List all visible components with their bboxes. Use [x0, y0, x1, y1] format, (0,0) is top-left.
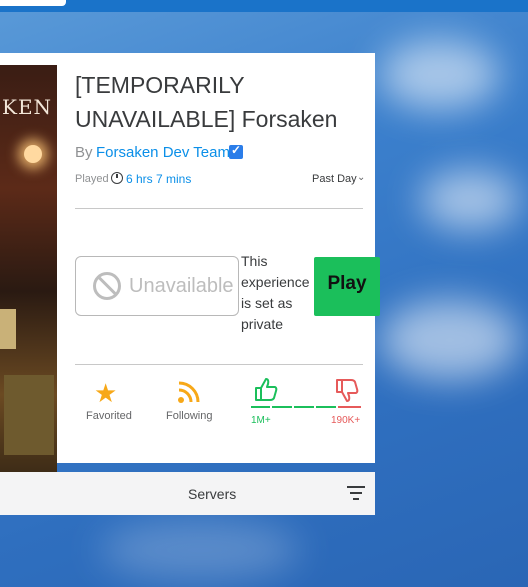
game-title: [TEMPORARILY UNAVAILABLE] Forsaken: [75, 72, 338, 132]
thumbs-up-icon[interactable]: [253, 376, 279, 402]
creator-link[interactable]: Forsaken Dev Team: [96, 144, 230, 161]
thumbnail-character: [0, 309, 16, 349]
rss-icon[interactable]: [177, 380, 201, 404]
star-icon[interactable]: ★: [94, 378, 117, 409]
played-label: Played: [75, 173, 109, 185]
upvote-count: 1M+: [251, 415, 271, 426]
downvote-count: 190K+: [331, 415, 361, 426]
playtime-value: 6 hrs 7 mins: [126, 172, 192, 186]
thumbnail-character-body: [4, 375, 54, 455]
top-bar-tab[interactable]: [0, 0, 66, 6]
verified-badge-icon: [229, 143, 243, 159]
time-range-dropdown[interactable]: Past Day: [312, 173, 357, 185]
thumbnail-title-text: KEN: [2, 95, 53, 119]
play-button[interactable]: Play: [314, 257, 380, 316]
by-label: By: [75, 144, 93, 161]
game-thumbnail[interactable]: KEN: [0, 65, 57, 477]
thumbnail-light: [24, 145, 42, 163]
thumbs-down-icon[interactable]: [334, 378, 360, 404]
ban-icon: [93, 272, 121, 300]
unavailable-label: Unavailable: [129, 275, 234, 297]
top-navigation-bar: [0, 0, 528, 12]
divider: [75, 208, 363, 209]
divider: [75, 364, 363, 365]
filter-icon[interactable]: [347, 486, 365, 500]
following-label: Following: [166, 410, 213, 422]
private-message: This experience is set as private: [241, 253, 310, 332]
clock-icon: [111, 172, 123, 184]
servers-tab[interactable]: Servers: [0, 472, 375, 515]
favorited-label: Favorited: [86, 410, 132, 422]
servers-label: Servers: [188, 486, 237, 502]
unavailable-button[interactable]: Unavailable: [75, 256, 239, 316]
chevron-down-icon[interactable]: ⌄: [357, 172, 365, 183]
vote-ratio-bar: [251, 406, 361, 408]
game-details-card: KEN [TEMPORARILY UNAVAILABLE] Forsaken B…: [0, 53, 380, 477]
